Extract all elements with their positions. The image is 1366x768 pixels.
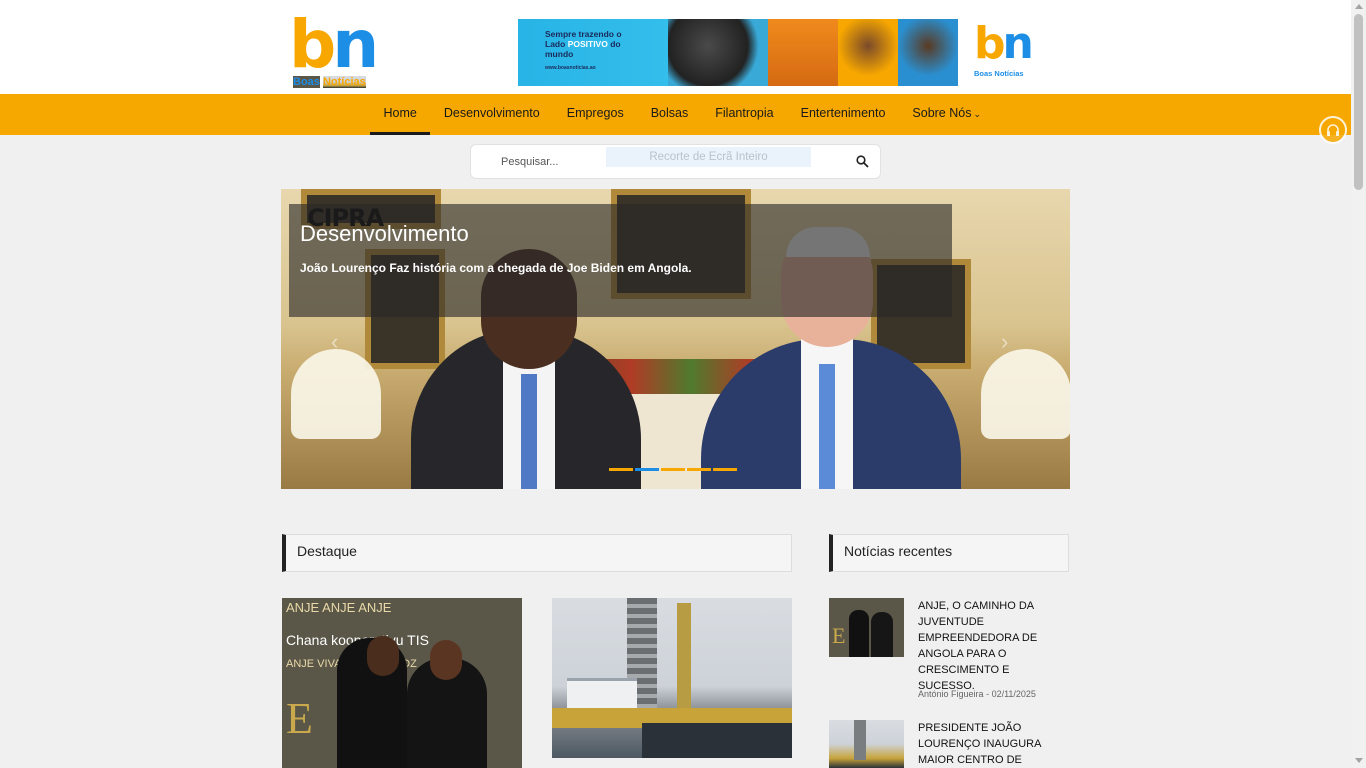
recent-meta: António Figueira - 02/11/2025 <box>918 689 1036 699</box>
banner-highlight: POSITIVO <box>567 39 608 49</box>
nav-label-desenvolvimento: Desenvolvimento <box>443 106 540 120</box>
logo-tagline: Boas Notícias <box>293 76 366 88</box>
banner-photo-student <box>898 19 958 86</box>
site-header: bn Boas Notícias Sempre trazendo o Lado … <box>0 0 1351 94</box>
section-header-destaque: Destaque <box>282 534 792 572</box>
banner-logo-b: b <box>974 19 1005 69</box>
nav-label-home: Home <box>383 106 417 120</box>
tie <box>521 374 537 489</box>
backdrop-letter: E <box>832 623 846 648</box>
search-box: Recorte de Ecrã Inteiro <box>470 144 881 179</box>
slide-headline[interactable]: João Lourenço Faz história com a chegada… <box>300 261 692 275</box>
person <box>849 610 869 657</box>
logo-tag-part1: Boas <box>293 76 320 88</box>
nav-item-home[interactable]: Home <box>370 94 431 135</box>
headphones-icon <box>1327 124 1339 136</box>
ship-hull <box>642 723 792 758</box>
tie <box>819 364 835 489</box>
banner-logo-tag: Boas Notícias <box>974 69 1024 78</box>
nav-label-sobre-nos: Sobre Nós <box>912 106 972 120</box>
lamp <box>291 349 381 439</box>
section-header-recentes: Notícias recentes <box>829 534 1069 572</box>
nav-item-empregos[interactable]: Empregos <box>553 94 637 135</box>
recent-thumbnail[interactable]: E <box>829 598 904 657</box>
banner-line2: Lado <box>545 39 566 49</box>
crane-tower <box>854 720 866 760</box>
banner-logo-n: n <box>1002 19 1034 69</box>
logo-letter-n: n <box>332 6 379 83</box>
logo-tag-part2: Notícias <box>322 76 366 88</box>
head <box>367 636 399 676</box>
banner-logo-letters: bn <box>974 19 1034 69</box>
slider-next-arrow[interactable]: › <box>1001 329 1008 355</box>
scroll-thumb[interactable] <box>1354 14 1363 190</box>
chevron-down-icon: ⌄ <box>973 109 982 119</box>
banner-line3: do <box>610 39 621 49</box>
hero-slider[interactable]: CIPRA Desenvolvimento João Lourenço Faz … <box>281 189 1070 489</box>
banner-line1: Sempre trazendo o <box>545 29 622 39</box>
slider-dot[interactable] <box>687 468 711 471</box>
page-scrollbar[interactable] <box>1351 0 1366 768</box>
nav-label-entertenimento: Entertenimento <box>800 106 886 120</box>
banner-photo-worker <box>768 19 838 86</box>
featured-card-image[interactable] <box>552 598 792 758</box>
backdrop-letter: E <box>286 694 313 743</box>
head <box>430 640 462 680</box>
nav-label-filantropia: Filantropia <box>715 106 774 120</box>
nav-item-desenvolvimento[interactable]: Desenvolvimento <box>430 94 553 135</box>
crane-tower <box>677 603 691 718</box>
ad-banner[interactable]: Sempre trazendo o Lado POSITIVO do mundo… <box>518 19 1069 86</box>
scroll-up-arrow[interactable] <box>1355 4 1363 9</box>
banner-line4: mundo <box>545 49 574 59</box>
search-icon[interactable] <box>856 155 869 173</box>
banner-text: Sempre trazendo o Lado POSITIVO do mundo <box>545 29 685 59</box>
banner-logo: bn Boas Notícias <box>970 21 1069 84</box>
recent-thumbnail[interactable] <box>829 720 904 768</box>
recent-title[interactable]: ANJE, O CAMINHO DA JUVENTUDE EMPREENDEDO… <box>918 598 1068 694</box>
person <box>871 612 893 657</box>
nav-item-bolsas[interactable]: Bolsas <box>637 94 702 135</box>
lamp <box>981 349 1070 439</box>
slider-prev-arrow[interactable]: ‹ <box>331 329 338 355</box>
nav-item-entertenimento[interactable]: Entertenimento <box>787 94 899 135</box>
slide-category[interactable]: Desenvolvimento <box>300 221 469 247</box>
nav-item-filantropia[interactable]: Filantropia <box>702 94 787 135</box>
banner-url: www.boasnoticias.ao <box>545 65 596 71</box>
featured-card-image[interactable]: ANJE ANJE ANJE Chana kooperativu TIS ANJ… <box>282 598 522 768</box>
section-title: Notícias recentes <box>844 543 953 559</box>
banner-photo-graduate <box>668 19 768 86</box>
banner-photo-woman <box>838 19 898 86</box>
slider-dots <box>609 468 737 471</box>
logo-letter-b: b <box>289 6 336 83</box>
scroll-down-arrow[interactable] <box>1355 758 1363 763</box>
slider-dot[interactable] <box>609 468 633 471</box>
recent-author[interactable]: António Figueira <box>918 689 984 699</box>
main-nav: Home Desenvolvimento Empregos Bolsas Fil… <box>0 94 1351 135</box>
slide-caption[interactable]: CIPRA Desenvolvimento João Lourenço Faz … <box>289 204 952 317</box>
screenshot-overlay-label: Recorte de Ecrã Inteiro <box>606 147 811 167</box>
nav-label-empregos: Empregos <box>566 106 624 120</box>
recent-date: 02/11/2025 <box>991 689 1036 699</box>
backdrop-text: ANJE ANJE ANJE <box>286 600 392 615</box>
slider-dot[interactable] <box>713 468 737 471</box>
site-logo[interactable]: bn Boas Notícias <box>289 12 389 90</box>
logo-letters: bn <box>289 12 379 78</box>
recent-title[interactable]: PRESIDENTE JOÃO LOURENÇO INAUGURA MAIOR … <box>918 720 1068 768</box>
headphones-button[interactable] <box>1319 116 1347 144</box>
section-title: Destaque <box>297 543 357 559</box>
nav-label-bolsas: Bolsas <box>650 106 689 120</box>
slider-dot[interactable] <box>635 468 659 471</box>
tent <box>567 678 637 708</box>
nav-item-sobre-nos[interactable]: Sobre Nós ⌄ <box>899 94 995 135</box>
slider-dot[interactable] <box>661 468 685 471</box>
